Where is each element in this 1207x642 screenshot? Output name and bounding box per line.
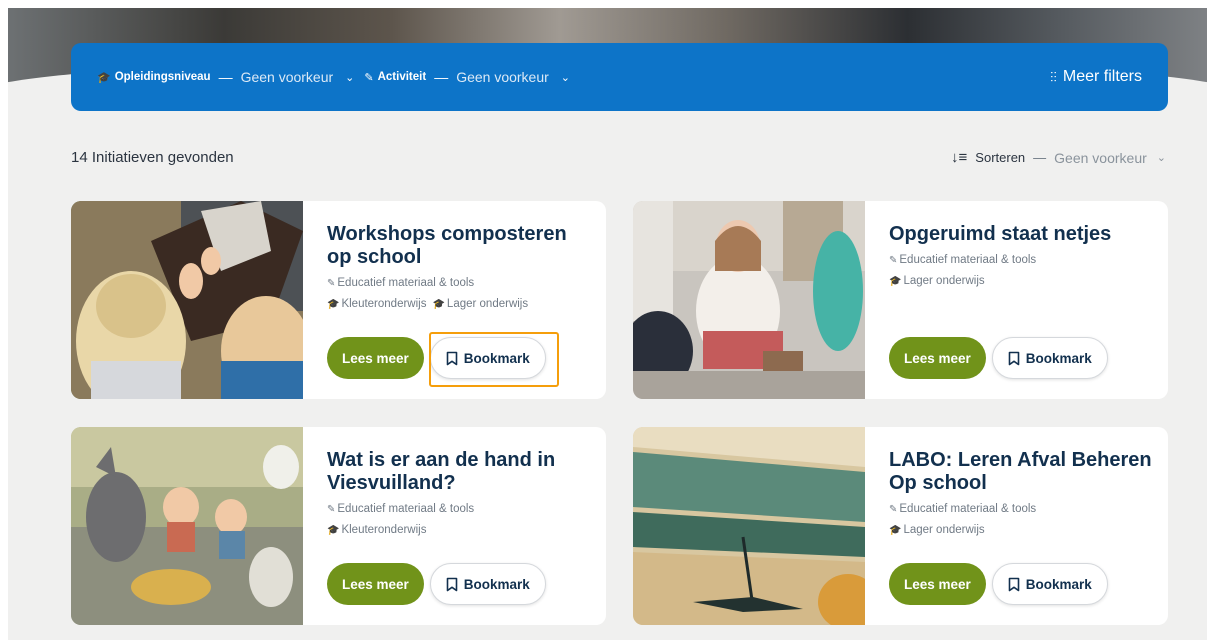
bookmark-button[interactable]: Bookmark: [429, 337, 546, 379]
card-actions: Lees meer Bookmark: [327, 337, 546, 379]
pencil-icon: ✎: [364, 71, 374, 84]
card-actions: Lees meer Bookmark: [327, 563, 546, 605]
card-image: [71, 427, 303, 625]
card-category: ✎ Educatief materiaal & tools: [889, 503, 1037, 515]
sort-dropdown[interactable]: ↓≡ Sorteren — Geen voorkeur ⌄: [951, 149, 1166, 166]
filter-value: Geen voorkeur: [456, 69, 549, 85]
sort-value: Geen voorkeur: [1054, 149, 1147, 166]
chevron-down-icon: ⌄: [345, 71, 355, 84]
read-more-button[interactable]: Lees meer: [889, 563, 986, 605]
pencil-icon: ✎: [327, 278, 336, 289]
bookmark-icon: [446, 351, 458, 365]
card-title[interactable]: Workshops composteren op school: [327, 223, 590, 269]
card-title[interactable]: Wat is er aan de hand in Viesvuilland?: [327, 449, 590, 495]
sliders-icon: ⫶⫶: [1049, 68, 1057, 85]
read-more-button[interactable]: Lees meer: [889, 337, 986, 379]
filter-name: Activiteit: [377, 71, 427, 83]
bookmark-button[interactable]: Bookmark: [991, 563, 1108, 605]
graduation-cap-icon: 🎓: [889, 276, 902, 287]
bookmark-icon: [1008, 351, 1020, 365]
initiative-card: Opgeruimd staat netjes ✎ Educatief materi…: [633, 201, 1168, 399]
chevron-down-icon: ⌄: [560, 71, 571, 84]
card-actions: Lees meer Bookmark: [889, 563, 1108, 605]
card-levels: 🎓 Lager onderwijs: [889, 524, 985, 536]
card-category: ✎ Educatief materiaal & tools: [327, 503, 475, 515]
filter-opleidingsniveau[interactable]: 🎓 Opleidingsniveau — Geen voorkeur ⌄: [97, 69, 354, 85]
page: 🎓 Opleidingsniveau — Geen voorkeur ⌄ ✎ A…: [8, 8, 1207, 640]
pencil-icon: ✎: [327, 504, 336, 515]
sort-label: Sorteren: [975, 150, 1026, 165]
bookmark-button[interactable]: Bookmark: [991, 337, 1108, 379]
card-image: [633, 201, 865, 399]
filter-name: Opleidingsniveau: [114, 71, 211, 83]
card-category: ✎ Educatief materiaal & tools: [327, 277, 475, 289]
pencil-icon: ✎: [889, 504, 898, 515]
initiative-card: Workshops composteren op school ✎ Educati…: [71, 201, 606, 399]
more-filters-button[interactable]: ⫶⫶ Meer filters: [1050, 68, 1142, 86]
card-levels: 🎓 Kleuteronderwijs: [327, 524, 427, 536]
card-title[interactable]: LABO: Leren Afval Beheren Op school: [889, 449, 1152, 495]
graduation-cap-icon: 🎓: [327, 299, 340, 310]
more-filters-label: Meer filters: [1062, 68, 1142, 85]
bookmark-icon: [446, 577, 458, 591]
initiative-card: LABO: Leren Afval Beheren Op school ✎ Edu…: [633, 427, 1168, 625]
card-levels: 🎓 Kleuteronderwijs 🎓 Lager onderwijs: [327, 298, 529, 310]
card-actions: Lees meer Bookmark: [889, 337, 1108, 379]
bookmark-icon: [1008, 577, 1020, 591]
card-title[interactable]: Opgeruimd staat netjes: [889, 223, 1152, 246]
filter-value: Geen voorkeur: [240, 69, 334, 85]
card-category: ✎ Educatief materiaal & tools: [889, 254, 1037, 266]
graduation-cap-icon: 🎓: [97, 71, 111, 84]
graduation-cap-icon: 🎓: [327, 525, 340, 536]
card-image: [633, 427, 865, 625]
pencil-icon: ✎: [889, 255, 898, 266]
chevron-down-icon: ⌄: [1156, 152, 1166, 164]
results-count: 14 Initiatieven gevonden: [71, 149, 234, 166]
sort-icon: ↓≡: [951, 149, 968, 166]
filter-activiteit[interactable]: ✎ Activiteit — Geen voorkeur ⌄: [364, 69, 570, 85]
card-levels: 🎓 Lager onderwijs: [889, 275, 985, 287]
graduation-cap-icon: 🎓: [432, 299, 445, 310]
bookmark-button[interactable]: Bookmark: [429, 563, 546, 605]
initiative-card: Wat is er aan de hand in Viesvuilland? ✎…: [71, 427, 606, 625]
graduation-cap-icon: 🎓: [889, 525, 902, 536]
read-more-button[interactable]: Lees meer: [327, 337, 424, 379]
read-more-button[interactable]: Lees meer: [327, 563, 424, 605]
card-image: [71, 201, 303, 399]
filter-bar: 🎓 Opleidingsniveau — Geen voorkeur ⌄ ✎ A…: [71, 43, 1168, 111]
